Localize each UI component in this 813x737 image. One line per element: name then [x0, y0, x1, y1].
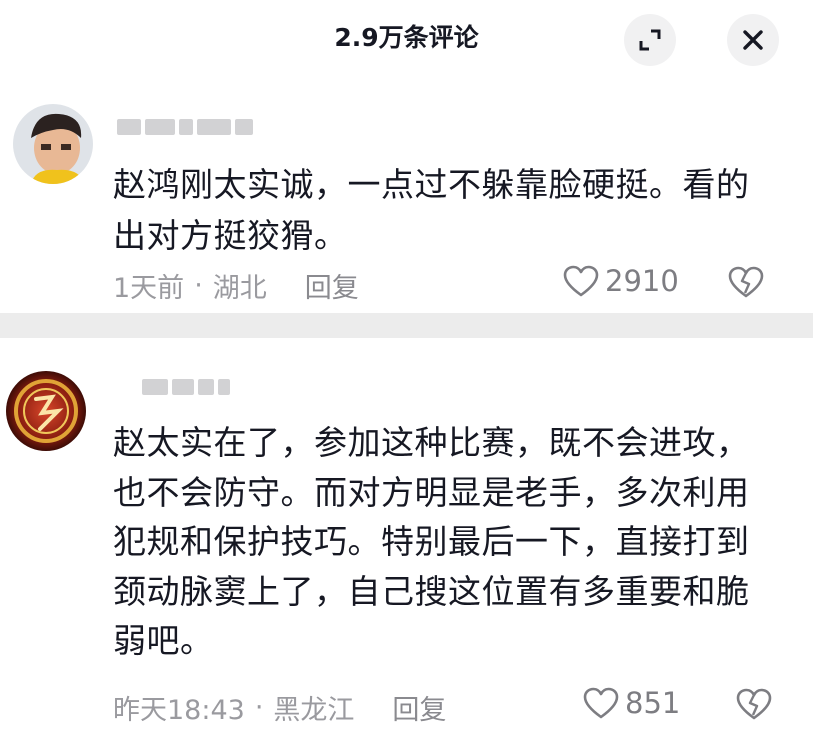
like-button[interactable]: 2910 — [563, 264, 679, 298]
avatar-image — [13, 104, 93, 184]
broken-heart-icon — [736, 688, 772, 720]
comment-sheet-continued: 赵太实在了，参加这种比赛，既不会进攻，也不会防守。而对方明显是老手，多次利用犯规… — [0, 338, 813, 737]
comment-time: 昨天18:43 — [113, 695, 245, 726]
like-count: 2910 — [605, 264, 679, 298]
comment-count-title: 2.9万条评论 — [334, 23, 479, 52]
dislike-button[interactable] — [736, 688, 772, 725]
comment-location: 湖北 — [212, 273, 267, 304]
avatar-image — [6, 371, 86, 451]
close-button[interactable] — [727, 14, 779, 66]
comment-text: 赵太实在了，参加这种比赛，既不会进攻，也不会防守。而对方明显是老手，多次利用犯规… — [113, 423, 750, 660]
expand-icon — [639, 29, 661, 51]
like-button[interactable]: 851 — [583, 686, 680, 720]
comment-text: 赵鸿刚太实诚，一点过不躲靠脸硬挺。看的出对方挺狡猾。 — [113, 165, 750, 255]
username-blurred[interactable] — [142, 376, 230, 398]
like-count: 851 — [625, 686, 681, 720]
heart-icon — [583, 687, 619, 718]
comment-location: 黑龙江 — [273, 695, 355, 726]
comment-meta: 昨天18:43 · 黑龙江 回复 — [113, 688, 446, 727]
dislike-button[interactable] — [728, 266, 764, 303]
meta-separator: · — [254, 692, 264, 723]
meta-separator: · — [194, 270, 203, 301]
comment-time: 1天前 — [113, 273, 185, 304]
avatar[interactable] — [6, 371, 86, 451]
broken-heart-icon — [728, 266, 764, 298]
username-blurred[interactable] — [117, 116, 253, 138]
comment-meta: 1天前 · 湖北 回复 — [113, 266, 359, 305]
heart-icon — [563, 265, 599, 296]
close-icon — [743, 30, 763, 50]
avatar[interactable] — [13, 104, 93, 184]
reply-button[interactable]: 回复 — [305, 266, 359, 305]
reply-button[interactable]: 回复 — [392, 688, 446, 727]
comment-sheet: 2.9万条评论 赵鸿刚太实诚，一点过不躲靠脸硬挺。看的出对方挺狡猾。 1天前 ·… — [0, 0, 813, 313]
expand-button[interactable] — [624, 14, 676, 66]
